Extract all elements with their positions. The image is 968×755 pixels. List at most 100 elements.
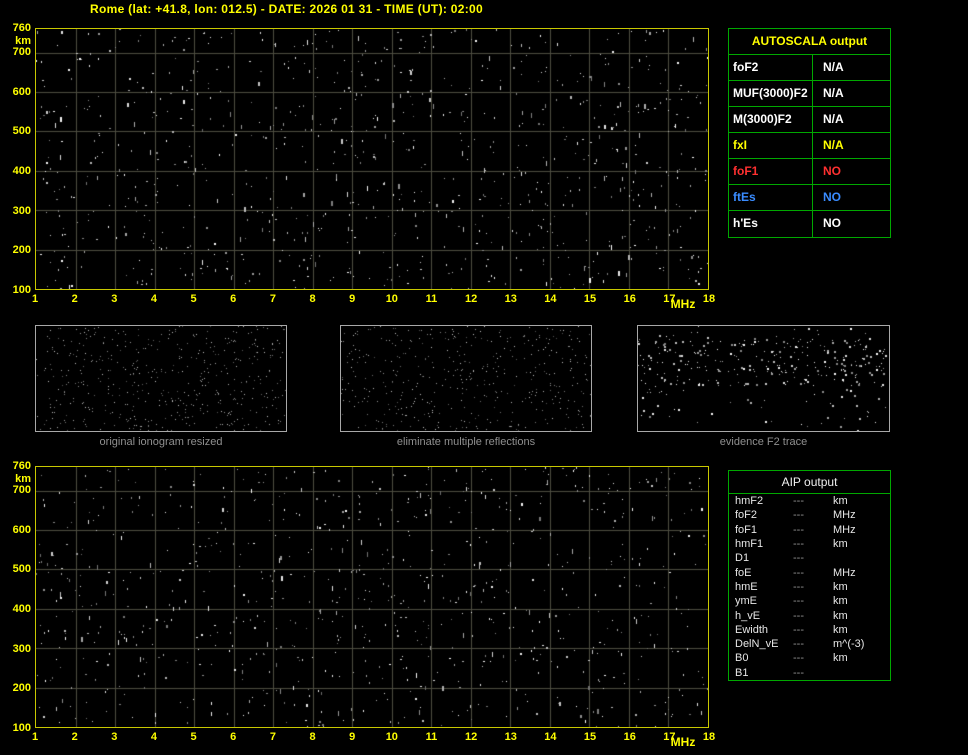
x-axis-tick-label: 13: [504, 293, 517, 305]
aip-parameter-value: ---: [793, 666, 804, 679]
y-axis-tick-label: 400: [12, 602, 31, 615]
y-axis-tick-label: 760: [12, 460, 31, 472]
thumbnail-caption-multiple-reflections: eliminate multiple reflections: [396, 436, 536, 448]
thumbnail-multiple-reflections-canvas: [341, 326, 591, 431]
thumbnail-caption-f2-trace: evidence F2 trace: [719, 436, 808, 448]
x-axis-tick-label: 14: [544, 731, 557, 743]
aip-row-delnve: DelN_vE --- m^(-3): [729, 637, 890, 651]
y-axis-tick-label: 600: [12, 85, 31, 98]
aip-parameter-value: ---: [793, 566, 804, 579]
y-axis-tick-label: 200: [12, 682, 31, 695]
aip-parameter-unit: km: [833, 609, 848, 622]
aip-parameter-unit: m^(-3): [833, 638, 865, 651]
aip-parameter-unit: km: [833, 580, 848, 593]
y-axis-tick-label: 300: [12, 204, 31, 217]
y-axis-tick-label: 200: [12, 244, 31, 257]
aip-table-body: hmF2 --- km foF2 --- MHz foF1 --- MHz hmF1 --- km D1…: [729, 494, 890, 680]
aip-row-fof1: foF1 --- MHz: [729, 523, 890, 537]
aip-parameter-label: foF1: [735, 523, 758, 536]
aip-row-ewidth: Ewidth --- km: [729, 623, 890, 637]
x-axis-tick-label: 13: [504, 731, 517, 743]
x-axis-tick-label: 3: [111, 293, 118, 305]
aip-parameter-label: foE: [735, 566, 752, 579]
autoscala-row-muf3000f2: MUF(3000)F2 N/A: [729, 81, 890, 107]
aip-parameter-label: Ewidth: [735, 623, 769, 636]
aip-parameter-label: hmE: [735, 580, 758, 593]
x-axis-tick-label: 9: [349, 731, 356, 743]
autoscala-row-hes: h'Es NO: [729, 211, 890, 237]
thumbnail-multiple-reflections: [340, 325, 592, 432]
aip-parameter-label: B0: [735, 652, 749, 665]
aip-parameter-value: ---: [793, 495, 804, 508]
x-axis-tick-label: 15: [583, 731, 597, 743]
aip-row-b0: B0 --- km: [729, 651, 890, 665]
aip-row-b1: B1 ---: [729, 666, 890, 680]
autoscala-output-table: AUTOSCALA output foF2 N/A MUF(3000)F2 N/A M(…: [728, 28, 891, 238]
aip-parameter-value: ---: [793, 623, 804, 636]
thumbnail-caption-original: original ionogram resized: [99, 436, 223, 448]
aip-row-hmf1: hmF1 --- km: [729, 537, 890, 551]
y-axis-tick-label: 600: [12, 523, 31, 536]
autoscala-parameter-label: foF1: [729, 159, 813, 184]
x-axis-tick-label: 5: [190, 731, 197, 743]
autoscala-row-ftes: ftEs NO: [729, 185, 890, 211]
autoscala-table-body: foF2 N/A MUF(3000)F2 N/A M(3000)F2 N/A fxI N/A f…: [729, 55, 890, 237]
y-axis-tick-label: 300: [12, 642, 31, 655]
aip-row-hmf2: hmF2 --- km: [729, 494, 890, 508]
aip-table-header: AIP output: [729, 471, 890, 494]
x-axis-tick-label: 14: [544, 293, 557, 305]
x-axis-tick-label: 1: [31, 293, 39, 305]
station-date-time-title: Rome (lat: +41.8, lon: 012.5) - DATE: 20…: [90, 2, 483, 16]
aip-parameter-label: hmF2: [735, 495, 764, 508]
y-axis-tick-label: 500: [12, 125, 31, 138]
x-axis-unit-label: MHz: [670, 297, 696, 311]
x-axis-tick-label: 3: [111, 731, 118, 743]
x-axis-tick-label: 2: [71, 731, 78, 743]
y-axis-tick-label: 700: [12, 45, 31, 58]
x-axis-tick-label: 7: [269, 731, 276, 743]
aip-parameter-value: ---: [793, 609, 804, 622]
thumbnail-original-canvas: [36, 326, 286, 431]
aip-parameter-value: ---: [793, 552, 804, 565]
aip-parameter-value: ---: [793, 580, 804, 593]
autoscala-parameter-value: NO: [823, 164, 841, 178]
aip-parameter-unit: MHz: [833, 523, 856, 536]
aip-row-hve: h_vE --- km: [729, 608, 890, 622]
aip-parameter-label: ymE: [735, 595, 757, 608]
aip-parameter-label: h_vE: [735, 609, 761, 622]
autoscala-parameter-value: N/A: [823, 138, 844, 152]
x-axis-tick-label: 11: [425, 731, 438, 743]
x-axis-tick-label: 7: [269, 293, 276, 305]
autoscala-row-fof2: foF2 N/A: [729, 55, 890, 81]
aip-parameter-value: ---: [793, 538, 804, 551]
x-axis-tick-label: 16: [623, 293, 636, 305]
x-axis-tick-label: 8: [309, 293, 316, 305]
aip-row-d1: D1 ---: [729, 551, 890, 565]
main-ionogram-canvas: [36, 29, 708, 289]
aip-output-table: AIP output hmF2 --- km foF2 --- MHz foF1 --- MHz…: [728, 470, 891, 681]
aip-parameter-unit: km: [833, 538, 848, 551]
x-axis-tick-label: 2: [71, 293, 78, 305]
x-axis-tick-label: 9: [349, 293, 356, 305]
x-axis-tick-label: 10: [385, 293, 398, 305]
autoscala-row-fxi: fxI N/A: [729, 133, 890, 159]
autoscala-output-screen: Rome (lat: +41.8, lon: 012.5) - DATE: 20…: [0, 0, 968, 755]
x-axis-tick-label: 16: [623, 731, 636, 743]
thumbnail-original-ionogram: [35, 325, 287, 432]
x-axis-tick-label: 1: [31, 731, 39, 743]
aip-parameter-unit: km: [833, 595, 848, 608]
aip-parameter-value: ---: [793, 652, 804, 665]
autoscala-parameter-value: NO: [823, 190, 841, 204]
y-axis-tick-label: 760: [12, 22, 31, 34]
aip-parameter-value: ---: [793, 523, 804, 536]
autoscala-parameter-label: MUF(3000)F2: [729, 81, 813, 106]
aip-ionogram-plot: [35, 466, 709, 728]
aip-parameter-label: D1: [735, 552, 750, 565]
x-axis-tick-label: 12: [464, 731, 478, 743]
autoscala-row-fof1: foF1 NO: [729, 159, 890, 185]
autoscala-parameter-value: N/A: [823, 112, 844, 126]
autoscala-parameter-value: NO: [823, 216, 841, 230]
aip-parameter-unit: km: [833, 652, 848, 665]
x-axis-tick-label: 6: [230, 293, 237, 305]
aip-parameter-unit: km: [833, 623, 848, 636]
